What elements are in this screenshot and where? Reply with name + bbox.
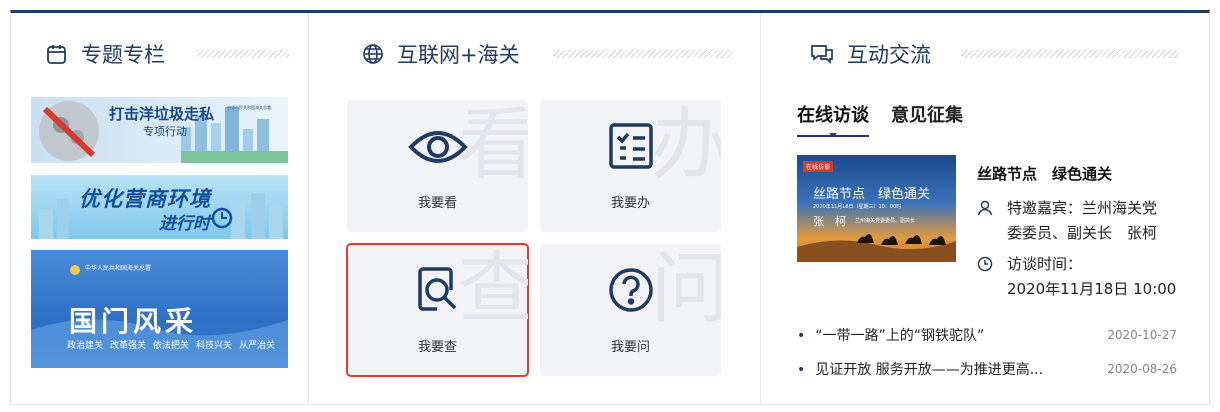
banner-anti-smuggling[interactable]: 打击洋垃圾走私 专项行动 中华人民共和国海关总署 (31, 97, 288, 163)
search-icon (417, 267, 456, 311)
banner-customs-style-slogans: 政治建关 改革强关 依法把关 科技兴关 从严治关 (67, 338, 275, 351)
tab-online-interview[interactable]: 在线访谈 (797, 101, 869, 137)
slogan: 从严治关 (239, 341, 276, 351)
chat-bubbles-icon (811, 45, 833, 65)
banner-business-environment[interactable]: 优化营商环境 进行时 (31, 175, 288, 239)
interaction-header: 互动交流 (809, 37, 931, 71)
portal-panel: 专题专栏 打击洋垃圾走私 专项行动 中华人民共和国海关总署 优化营商环境 进行时 (10, 10, 1210, 405)
interview-image-role: 兰州海关党委委员、副关长 (855, 218, 916, 224)
interview-image-date: 2020年11月18日（星期三）10：00时 (813, 204, 902, 210)
eye-icon (407, 131, 468, 163)
interview-time-value: 2020年11月18日 10:00 (1007, 280, 1177, 298)
banner-customs-style-title: 国门风采 (69, 305, 198, 338)
tile-watch[interactable]: 看 我要看 (347, 100, 528, 232)
banner-customs-style[interactable]: 中华人民共和国海关总署 国门风采 政治建关 改革强关 依法把关 科技兴关 从严治… (31, 250, 288, 368)
banner-anti-smuggling-logo: 中华人民共和国海关总署 (227, 105, 271, 110)
special-topics-header: 专题专栏 (45, 37, 165, 71)
tile-search-label: 我要查 (417, 340, 457, 355)
tile-ask-label: 我要问 (610, 340, 650, 355)
tile-handle[interactable]: 办 我要办 (540, 100, 721, 232)
banner-customs-style-org: 中华人民共和国海关总署 (85, 265, 152, 272)
interview-image-title: 丝路节点 绿色通关 (813, 187, 931, 202)
news-item-title[interactable]: “一带一路”上的“钢铁驼队” (797, 325, 984, 345)
checklist-icon (608, 123, 653, 169)
header-divider (197, 50, 289, 58)
interview-image-tag: 在线访谈 (803, 161, 834, 172)
interview-image[interactable]: 在线访谈 丝路节点 绿色通关 2020年11月18日（星期三）10：00时 张 … (797, 155, 956, 262)
interview-guest-line2: 委委员、副关长 张柯 (1007, 224, 1158, 242)
internet-customs-column: 互联网+海关 看 我要看 办 我要办 查 我要查 问 我要问 (309, 13, 761, 404)
slogan: 改革强关 (110, 341, 147, 351)
slogan: 科技兴关 (196, 341, 233, 351)
interaction-title: 互动交流 (847, 43, 931, 67)
special-topics-column: 专题专栏 打击洋垃圾走私 专项行动 中华人民共和国海关总署 优化营商环境 进行时 (11, 13, 309, 404)
tile-ask[interactable]: 问 我要问 (540, 244, 721, 376)
slogan: 依法把关 (153, 341, 190, 351)
interaction-tabs: 在线访谈 意见征集 (797, 101, 963, 137)
tile-search[interactable]: 查 我要查 (346, 243, 529, 377)
news-item[interactable]: “一带一路”上的“钢铁驼队” 2020-10-27 (797, 325, 1177, 345)
globe-icon (363, 44, 383, 64)
tab-opinion-collection[interactable]: 意见征集 (891, 101, 963, 127)
banner-anti-smuggling-title: 打击洋垃圾走私 (109, 105, 215, 123)
interview-title[interactable]: 丝路节点 绿色通关 (977, 163, 1112, 184)
header-divider (961, 50, 1179, 58)
interview-time-label: 访谈时间： (1007, 255, 1083, 273)
banner-anti-smuggling-subtitle: 专项行动 (143, 125, 187, 138)
interaction-column: 互动交流 在线访谈 意见征集 在线访谈 丝路节点 绿色通关 2020年11月18… (761, 13, 1209, 404)
news-item-date: 2020-10-27 (1107, 328, 1177, 342)
person-icon (977, 200, 993, 216)
tile-watermark: 查 (457, 244, 528, 334)
news-item[interactable]: 见证开放 服务开放——为推进更高... 2020-08-26 (797, 359, 1177, 379)
news-item-date: 2020-08-26 (1107, 362, 1177, 376)
calendar-icon (47, 45, 66, 64)
tile-watermark: 问 (650, 244, 721, 334)
interview-image-name: 张 柯 (813, 215, 846, 228)
banner-business-environment-subtitle: 进行时 (159, 214, 210, 234)
news-item-title[interactable]: 见证开放 服务开放——为推进更高... (797, 359, 1043, 379)
clock-icon (977, 256, 993, 272)
internet-customs-title: 互联网+海关 (397, 43, 520, 67)
tile-watch-label: 我要看 (417, 196, 457, 211)
question-icon (608, 268, 653, 312)
slogan: 政治建关 (67, 341, 104, 351)
interview-guest: 特邀嘉宾：兰州海关党 (1007, 199, 1158, 217)
tile-watermark: 办 (650, 100, 721, 190)
header-divider (553, 50, 733, 58)
internet-customs-header: 互联网+海关 (361, 37, 520, 71)
special-topics-title: 专题专栏 (81, 43, 165, 67)
tile-watermark: 看 (457, 100, 528, 190)
tile-handle-label: 我要办 (610, 196, 650, 211)
